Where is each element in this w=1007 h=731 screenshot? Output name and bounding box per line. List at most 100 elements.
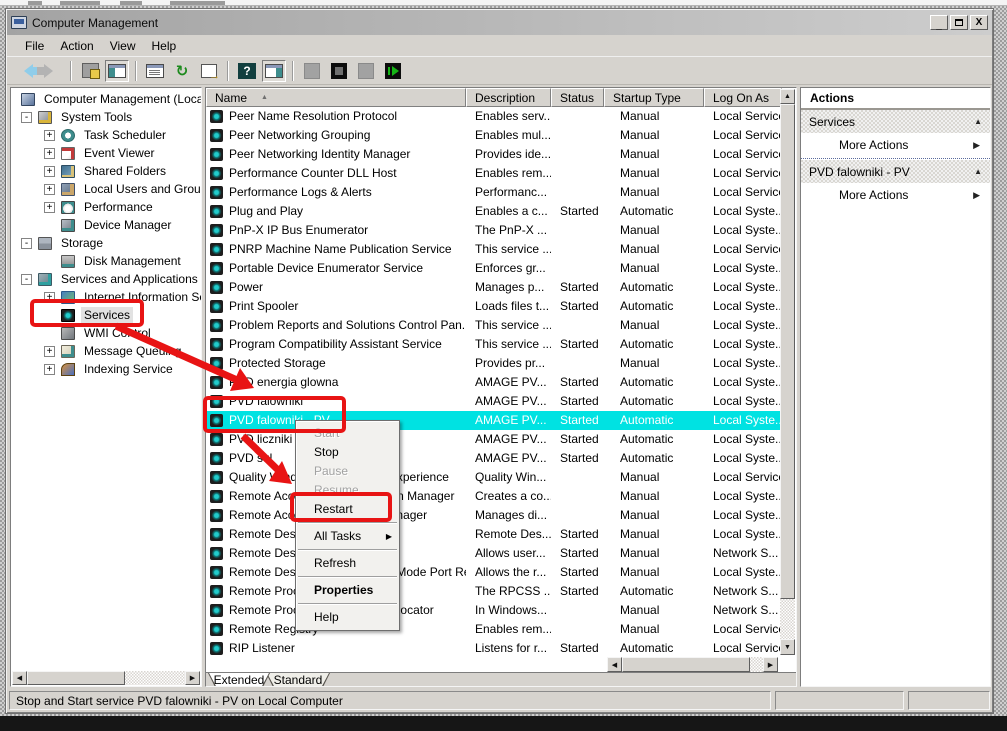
actions-section-services[interactable]: Services ▲ — [801, 110, 990, 133]
menu-file[interactable]: File — [17, 37, 52, 55]
tree-item[interactable]: + Indexing Service — [11, 360, 201, 378]
collapse-icon[interactable]: ▲ — [974, 117, 982, 126]
context-menu-item[interactable]: Help — [296, 608, 399, 627]
tree-item[interactable]: + Event Viewer — [11, 144, 201, 162]
table-row[interactable]: Performance Counter DLL Host Enables rem… — [206, 164, 782, 183]
start-service-icon[interactable] — [300, 60, 324, 82]
tree-expander-icon[interactable]: + — [44, 202, 55, 213]
tree-expander-icon[interactable]: + — [44, 130, 55, 141]
menu-view[interactable]: View — [102, 37, 144, 55]
export-list-icon[interactable] — [197, 60, 221, 82]
tree-item[interactable]: + Message Queuing — [11, 342, 201, 360]
tree-expander-icon[interactable]: + — [44, 184, 55, 195]
collapse-icon[interactable]: ▲ — [974, 167, 982, 176]
table-row[interactable]: Remote Desktop Configuration Remote Des.… — [206, 525, 782, 544]
tree-expander-icon[interactable]: + — [44, 346, 55, 357]
more-actions-services[interactable]: More Actions ▶ — [801, 133, 990, 157]
context-menu-item[interactable]: Stop — [296, 443, 399, 462]
table-row[interactable]: Problem Reports and Solutions Control Pa… — [206, 316, 782, 335]
tree-item[interactable]: + Local Users and Groups — [11, 180, 201, 198]
back-icon[interactable] — [13, 60, 37, 82]
properties-icon[interactable] — [143, 60, 167, 82]
up-icon[interactable] — [78, 60, 102, 82]
context-menu-item[interactable]: Pause — [296, 462, 399, 481]
table-row[interactable]: Program Compatibility Assistant Service … — [206, 335, 782, 354]
table-row[interactable]: Quality Windows Audio Video Experience Q… — [206, 468, 782, 487]
maximize-button[interactable] — [950, 15, 968, 30]
tree-item[interactable]: - Storage — [11, 234, 201, 252]
tree-expander-icon[interactable]: + — [44, 166, 55, 177]
tree-hscroll-right-icon[interactable]: ▶ — [185, 671, 200, 685]
menu-help[interactable]: Help — [144, 37, 185, 55]
table-row[interactable]: PVD energia glowna AMAGE PV... Started A… — [206, 373, 782, 392]
tree-expander-icon[interactable]: - — [21, 112, 32, 123]
table-row[interactable]: PVD sql AMAGE PV... Started Automatic Lo… — [206, 449, 782, 468]
help-icon[interactable]: ? — [235, 60, 259, 82]
tree-hscroll-thumb[interactable] — [27, 671, 125, 685]
column-header-startup-type[interactable]: Startup Type — [604, 88, 704, 107]
tab-extended[interactable]: Extended — [208, 673, 270, 687]
list-vscroll-up-icon[interactable]: ▲ — [780, 89, 795, 104]
context-menu-item[interactable]: All Tasks — [296, 527, 399, 546]
title-bar[interactable]: Computer Management _ X — [7, 10, 992, 35]
tree-expander-icon[interactable]: - — [21, 238, 32, 249]
table-row[interactable]: Protected Storage Provides pr... Manual … — [206, 354, 782, 373]
stop-service-icon[interactable] — [327, 60, 351, 82]
table-row[interactable]: Performance Logs & Alerts Performanc... … — [206, 183, 782, 202]
actions-panel: Actions Services ▲ More Actions ▶ PVD fa… — [800, 87, 991, 687]
table-row[interactable]: Remote Procedure Call (RPC) The RPCSS ..… — [206, 582, 782, 601]
table-row[interactable]: Remote Registry Enables rem... Manual Lo… — [206, 620, 782, 639]
table-row[interactable]: Power Manages p... Started Automatic Loc… — [206, 278, 782, 297]
table-row[interactable]: PnP-X IP Bus Enumerator The PnP-X ... Ma… — [206, 221, 782, 240]
tree-item[interactable]: Disk Management — [11, 252, 201, 270]
list-hscroll-left-icon[interactable]: ◀ — [607, 657, 622, 672]
tree-hscroll-left-icon[interactable]: ◀ — [12, 671, 27, 685]
tree-item[interactable]: + Task Scheduler — [11, 126, 201, 144]
tree-expander-icon[interactable] — [44, 220, 55, 231]
tree-expander-icon[interactable]: - — [21, 274, 32, 285]
refresh-icon[interactable]: ↻ — [170, 60, 194, 82]
table-row[interactable]: Remote Procedure Call (RPC) Locator In W… — [206, 601, 782, 620]
tree-item[interactable]: - Services and Applications — [11, 270, 201, 288]
tree-expander-icon[interactable] — [44, 256, 55, 267]
context-menu-item[interactable]: Properties — [296, 581, 399, 600]
table-row[interactable]: Portable Device Enumerator Service Enfor… — [206, 259, 782, 278]
forward-icon[interactable] — [40, 60, 64, 82]
pause-service-icon[interactable] — [354, 60, 378, 82]
tree-expander-icon[interactable]: + — [44, 364, 55, 375]
list-hscroll-right-icon[interactable]: ▶ — [763, 657, 778, 672]
tree-item[interactable]: + Shared Folders — [11, 162, 201, 180]
tree-item[interactable]: Device Manager — [11, 216, 201, 234]
list-hscroll-thumb[interactable] — [622, 657, 750, 672]
table-row[interactable]: Remote Desktop Services UserMode Port Re… — [206, 563, 782, 582]
table-row[interactable]: RIP Listener Listens for r... Started Au… — [206, 639, 782, 658]
tree-expander-icon[interactable] — [44, 328, 55, 339]
table-row[interactable]: Peer Networking Identity Manager Provide… — [206, 145, 782, 164]
column-header-description[interactable]: Description — [466, 88, 551, 107]
tree-item[interactable]: + Performance — [11, 198, 201, 216]
tree-item[interactable]: Computer Management (Local) — [11, 90, 201, 108]
table-row[interactable]: PNRP Machine Name Publication Service Th… — [206, 240, 782, 259]
column-header-name[interactable]: Name▲ — [206, 88, 466, 107]
minimize-button[interactable]: _ — [930, 15, 948, 30]
list-vscroll-thumb[interactable] — [780, 104, 795, 599]
more-actions-pvd-falowniki-pv[interactable]: More Actions ▶ — [801, 183, 990, 207]
menu-action[interactable]: Action — [52, 37, 101, 55]
context-menu-item[interactable]: Refresh — [296, 554, 399, 573]
actions-section-pvd-falowniki-pv[interactable]: PVD falowniki - PV ▲ — [801, 160, 990, 183]
close-button[interactable]: X — [970, 15, 988, 30]
table-row[interactable]: Print Spooler Loads files t... Started A… — [206, 297, 782, 316]
tree-expander-icon[interactable]: + — [44, 148, 55, 159]
restart-service-icon[interactable] — [381, 60, 405, 82]
column-header-log-on-as[interactable]: Log On As — [704, 88, 782, 107]
console-tree-toggle-icon[interactable] — [105, 60, 129, 82]
list-vscroll-down-icon[interactable]: ▼ — [780, 639, 795, 655]
table-row[interactable]: Remote Desktop Services Allows user... S… — [206, 544, 782, 563]
table-row[interactable]: Plug and Play Enables a c... Started Aut… — [206, 202, 782, 221]
table-row[interactable]: Peer Networking Grouping Enables mul... … — [206, 126, 782, 145]
tab-standard[interactable]: Standard — [266, 673, 330, 687]
column-header-status[interactable]: Status — [551, 88, 604, 107]
table-row[interactable]: Peer Name Resolution Protocol Enables se… — [206, 107, 782, 126]
action-pane-toggle-icon[interactable] — [262, 60, 286, 82]
tree-item[interactable]: - System Tools — [11, 108, 201, 126]
